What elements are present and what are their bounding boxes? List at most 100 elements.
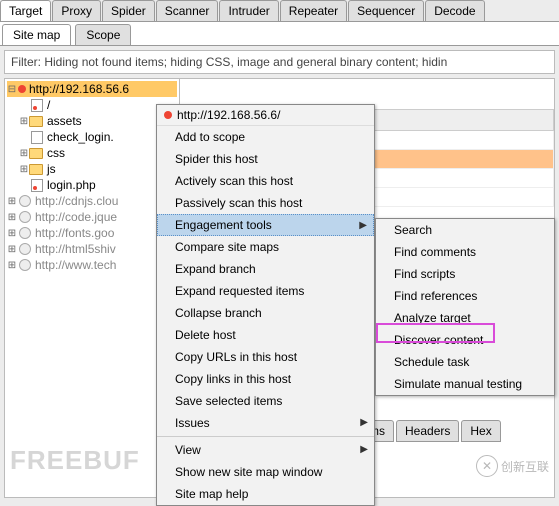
file-icon [31, 179, 43, 192]
ctx-item-label: Engagement tools [175, 218, 272, 232]
ctx-copy-urls[interactable]: Copy URLs in this host [157, 346, 374, 368]
tab-hex[interactable]: Hex [461, 420, 500, 442]
ctx-schedule-task[interactable]: Schedule task [376, 351, 554, 373]
tree-item-label: assets [47, 114, 82, 128]
ctx-expand-branch[interactable]: Expand branch [157, 258, 374, 280]
ctx-passive-scan[interactable]: Passively scan this host [157, 192, 374, 214]
expand-handle-icon[interactable]: ⊞ [7, 196, 17, 207]
expand-handle-icon[interactable]: ⊞ [7, 228, 17, 239]
tab-proxy[interactable]: Proxy [52, 0, 101, 21]
ctx-save-items[interactable]: Save selected items [157, 390, 374, 412]
tree-root-label: http://192.168.56.6 [29, 82, 129, 96]
tree-item-label: http://www.tech [35, 258, 116, 272]
ctx-view[interactable]: View ▶ [157, 439, 374, 461]
ctx-delete-host[interactable]: Delete host [157, 324, 374, 346]
sub-tab-bar: Site map Scope [0, 22, 559, 46]
tree-item[interactable]: login.php [7, 177, 177, 193]
ctx-copy-links[interactable]: Copy links in this host [157, 368, 374, 390]
tab-spider[interactable]: Spider [102, 0, 155, 21]
tree-item[interactable]: ⊞ http://www.tech [7, 257, 177, 273]
tree-item-label: http://cdnjs.clou [35, 194, 118, 208]
tree-item-label: check_login. [47, 130, 114, 144]
tab-headers[interactable]: Headers [396, 420, 459, 442]
ctx-active-scan[interactable]: Actively scan this host [157, 170, 374, 192]
expand-handle-icon[interactable]: ⊟ [7, 84, 17, 95]
tree-item[interactable]: ⊞ assets [7, 113, 177, 129]
expand-handle-icon[interactable]: ⊞ [7, 244, 17, 255]
ctx-item-label: View [175, 443, 201, 457]
filter-bar[interactable]: Filter: Hiding not found items; hiding C… [4, 50, 555, 74]
ctx-expand-requested[interactable]: Expand requested items [157, 280, 374, 302]
tree-item-label: js [47, 162, 56, 176]
tree-item-label: http://code.jque [35, 210, 117, 224]
cell-url: /log [346, 131, 554, 150]
expand-handle-icon[interactable]: ⊞ [7, 260, 17, 271]
tree-item[interactable]: ⊞ http://fonts.goo [7, 225, 177, 241]
expand-handle-icon[interactable]: ⊞ [7, 212, 17, 223]
ctx-add-to-scope[interactable]: Add to scope [157, 126, 374, 148]
ctx-collapse-branch[interactable]: Collapse branch [157, 302, 374, 324]
ctx-spider-host[interactable]: Spider this host [157, 148, 374, 170]
tree-item[interactable]: ⊞ http://cdnjs.clou [7, 193, 177, 209]
tree-item-label: / [47, 98, 50, 112]
context-menu: http://192.168.56.6/ Add to scope Spider… [156, 104, 375, 506]
ctx-simulate-testing[interactable]: Simulate manual testing [376, 373, 554, 395]
file-icon [31, 99, 43, 112]
tree-item[interactable]: ⊞ http://code.jque [7, 209, 177, 225]
ctx-engagement-tools[interactable]: Engagement tools ▶ [157, 214, 374, 236]
view-tab-bar: ms Headers Hex [360, 420, 503, 442]
tab-sequencer[interactable]: Sequencer [348, 0, 424, 21]
main-tab-bar: Target Proxy Spider Scanner Intruder Rep… [0, 0, 559, 22]
globe-icon [19, 211, 31, 223]
submenu-arrow-icon: ▶ [360, 444, 368, 455]
tab-site-map[interactable]: Site map [2, 24, 71, 45]
ctx-issues[interactable]: Issues ▶ [157, 412, 374, 434]
file-icon [31, 131, 43, 144]
globe-icon [19, 195, 31, 207]
tree-item-label: login.php [47, 178, 96, 192]
status-dot-icon [17, 84, 27, 94]
globe-icon [19, 259, 31, 271]
submenu-arrow-icon: ▶ [359, 220, 367, 231]
expand-handle-icon[interactable]: ⊞ [19, 148, 29, 159]
tree-item[interactable]: ⊞ js [7, 161, 177, 177]
submenu-arrow-icon: ▶ [360, 417, 368, 428]
expand-handle-icon[interactable]: ⊞ [19, 116, 29, 127]
site-tree: ⊟ http://192.168.56.6 / ⊞ assets check_l… [5, 79, 180, 497]
tab-target[interactable]: Target [0, 0, 51, 21]
tab-intruder[interactable]: Intruder [219, 0, 278, 21]
status-dot-icon [163, 110, 173, 120]
tree-root[interactable]: ⊟ http://192.168.56.6 [7, 81, 177, 97]
ctx-compare-maps[interactable]: Compare site maps [157, 236, 374, 258]
separator [157, 436, 374, 437]
tree-item[interactable]: check_login. [7, 129, 177, 145]
folder-icon [29, 148, 43, 159]
cell-url: /as [346, 188, 554, 207]
ctx-item-label: Issues [175, 416, 210, 430]
ctx-new-window[interactable]: Show new site map window [157, 461, 374, 483]
ctx-find-scripts[interactable]: Find scripts [376, 263, 554, 285]
tab-repeater[interactable]: Repeater [280, 0, 347, 21]
globe-icon [19, 243, 31, 255]
submenu-engagement-tools: Search Find comments Find scripts Find r… [375, 218, 555, 396]
context-menu-title-text: http://192.168.56.6/ [177, 108, 280, 122]
ctx-discover-content[interactable]: Discover content [376, 329, 554, 351]
ctx-find-references[interactable]: Find references [376, 285, 554, 307]
col-url[interactable] [346, 110, 554, 131]
ctx-search[interactable]: Search [376, 219, 554, 241]
tab-scope[interactable]: Scope [75, 24, 131, 45]
tab-decoder[interactable]: Decode [425, 0, 484, 21]
globe-icon [19, 227, 31, 239]
ctx-analyze-target[interactable]: Analyze target [376, 307, 554, 329]
tree-item-label: css [47, 146, 65, 160]
folder-icon [29, 116, 43, 127]
cell-url: /as [346, 169, 554, 188]
context-menu-title: http://192.168.56.6/ [157, 105, 374, 126]
cell-url: / [346, 150, 554, 169]
tree-item[interactable]: ⊞ css [7, 145, 177, 161]
tab-scanner[interactable]: Scanner [156, 0, 219, 21]
tree-item[interactable]: / [7, 97, 177, 113]
ctx-find-comments[interactable]: Find comments [376, 241, 554, 263]
expand-handle-icon[interactable]: ⊞ [19, 164, 29, 175]
tree-item[interactable]: ⊞ http://html5shiv [7, 241, 177, 257]
